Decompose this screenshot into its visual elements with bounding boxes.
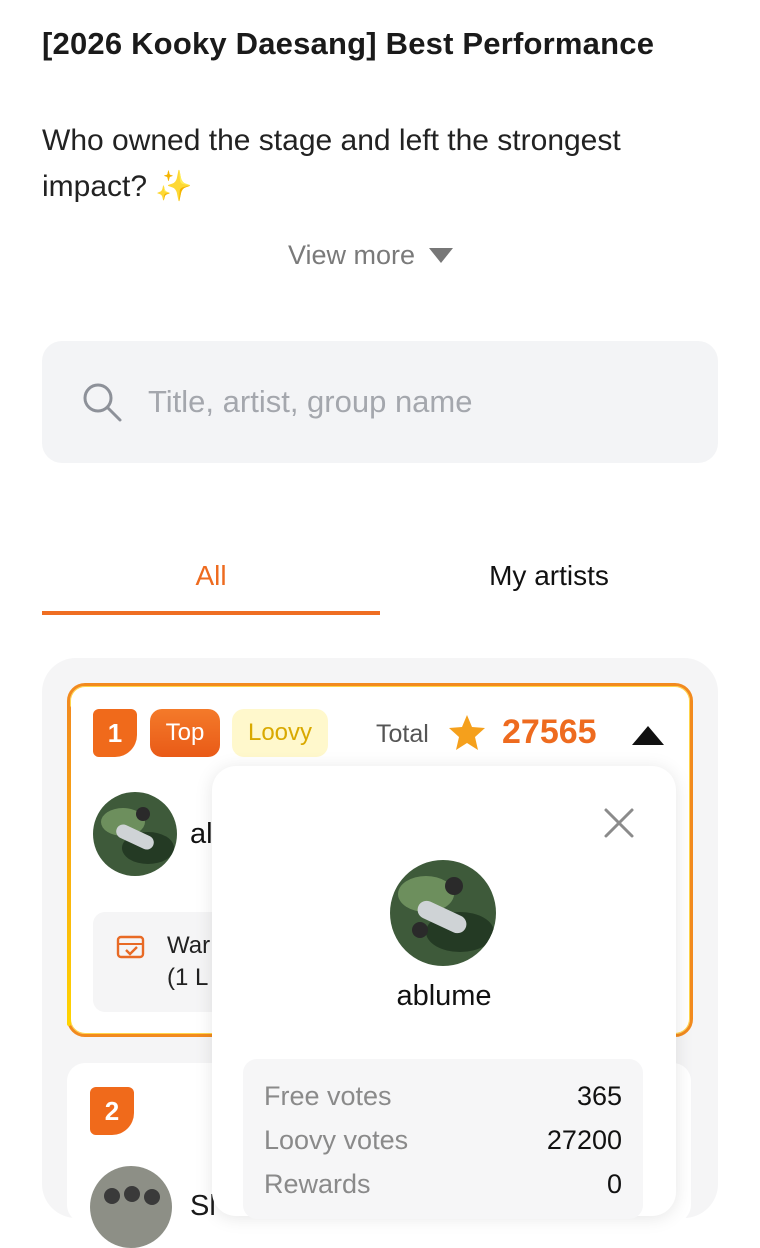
loovy-badge: Loovy [232, 709, 328, 757]
stat-value: 27200 [546, 1125, 622, 1155]
page-description: Who owned the stage and left the stronge… [42, 124, 621, 203]
tab-all[interactable]: All [42, 560, 380, 592]
stat-label: Free votes [264, 1081, 392, 1111]
tab-my-artists[interactable]: My artists [380, 560, 718, 592]
top-badge: Top [150, 709, 220, 757]
card-highlight [67, 706, 71, 1026]
search-icon [83, 383, 122, 422]
view-more-button[interactable]: View more [288, 240, 454, 271]
active-tab-indicator [42, 611, 380, 615]
search-bar[interactable] [42, 341, 718, 463]
info-text: War (1 L [167, 932, 211, 991]
stat-free-votes: Free votes 365 [264, 1081, 622, 1112]
view-more-label: View more [288, 240, 416, 270]
stat-label: Loovy votes [264, 1125, 409, 1155]
rank-badge-1: 1 [93, 709, 137, 757]
search-input[interactable] [146, 383, 670, 421]
page-title: [2026 Kooky Daesang] Best Performance [42, 26, 655, 61]
close-icon[interactable] [602, 806, 636, 840]
calendar-check-icon [116, 935, 145, 959]
total-label: Total [376, 720, 429, 748]
triangle-up-icon[interactable] [632, 726, 664, 745]
stat-label: Rewards [264, 1169, 371, 1199]
stat-loovy-votes: Loovy votes 27200 [264, 1125, 622, 1156]
artist-name: al [190, 818, 213, 850]
star-icon [449, 715, 485, 750]
popup-artist-name: ablume [396, 980, 492, 1012]
avatar [90, 1166, 172, 1248]
stat-value: 365 [576, 1081, 622, 1111]
rank-badge-2: 2 [90, 1087, 134, 1135]
total-votes: 27565 [502, 713, 597, 751]
stat-value: 0 [606, 1169, 622, 1199]
avatar [93, 792, 177, 876]
stat-rewards: Rewards 0 [264, 1169, 622, 1200]
avatar [390, 860, 496, 966]
triangle-down-icon [429, 248, 454, 263]
